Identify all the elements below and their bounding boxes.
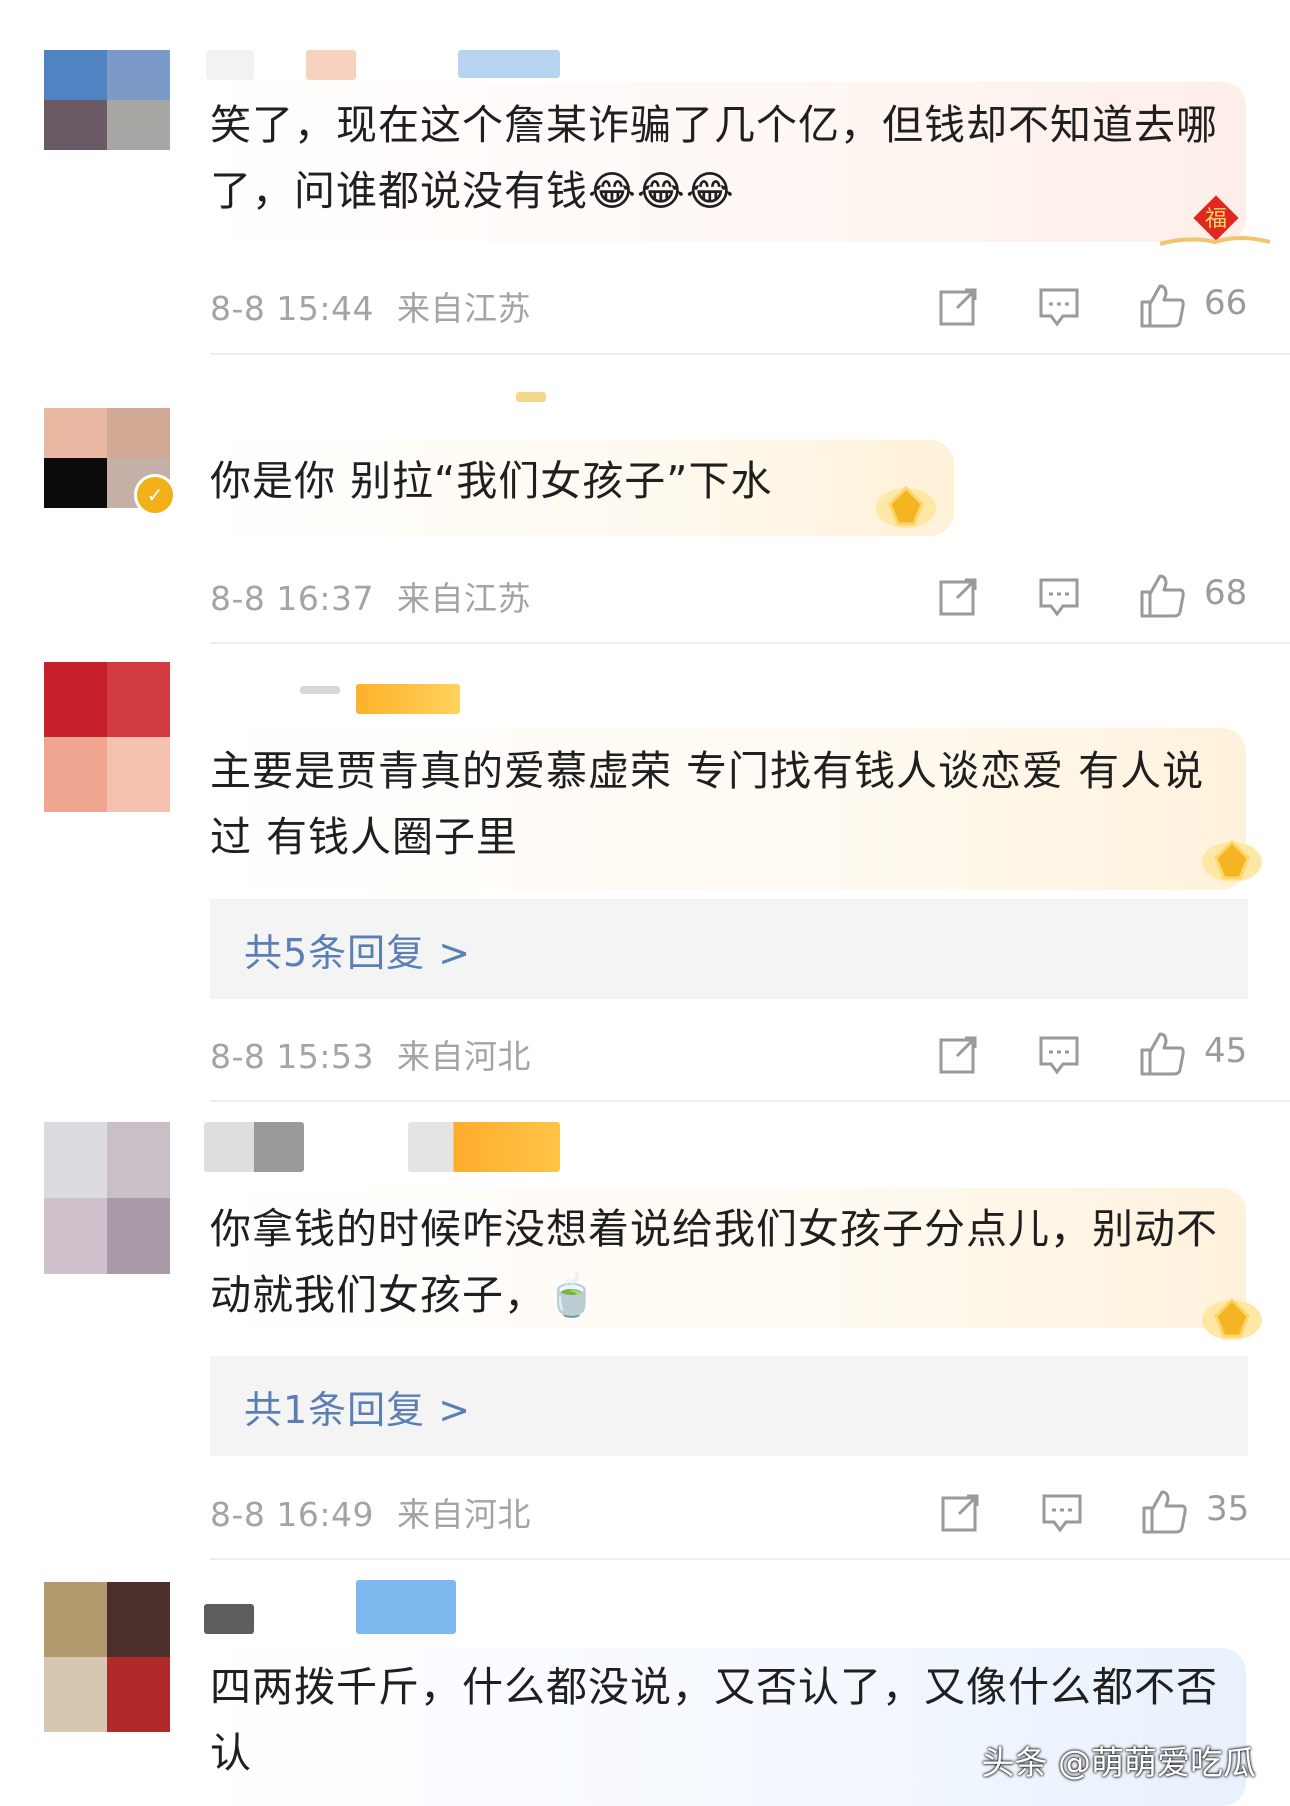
username[interactable] <box>206 50 254 80</box>
like-icon[interactable] <box>1138 282 1185 328</box>
comment-meta: 8-8 15:53 来自河北 <box>210 1030 531 1078</box>
comment-meta: 8-8 16:49 来自河北 <box>210 1488 531 1536</box>
comment-text: 主要是贾青真的爱慕虚荣 专门找有钱人谈恋爱 有人说过 有钱人圈子里 <box>210 747 1205 861</box>
like-icon[interactable] <box>1138 1030 1185 1076</box>
comment-time: 8-8 15:53 <box>210 1037 374 1076</box>
username[interactable] <box>204 1122 304 1172</box>
comment-text: 你拿钱的时候咋没想着说给我们女孩子分点儿，别动不动就我们女孩子，🍵 <box>210 1205 1218 1319</box>
comment-icon[interactable] <box>1040 1490 1084 1534</box>
comment-icon[interactable] <box>1037 1032 1081 1076</box>
comment-icon[interactable] <box>1037 284 1081 328</box>
like-count: 45 <box>1204 1031 1248 1071</box>
username-badge <box>356 684 460 714</box>
verified-badge: ✓ <box>134 474 176 516</box>
share-icon[interactable] <box>937 1032 981 1076</box>
reply-summary[interactable]: 共1条回复 > <box>210 1356 1248 1456</box>
comment-icon[interactable] <box>1037 574 1081 618</box>
comment-text: 你是你 别拉“我们女孩子”下水 <box>210 457 773 505</box>
gold-crown-icon <box>1196 832 1268 890</box>
cloud-decor-icon <box>1159 228 1271 250</box>
avatar[interactable] <box>44 1582 170 1732</box>
comment-text: 笑了，现在这个詹某诈骗了几个亿，但钱却不知道去哪了，问谁都说没有钱😂😂😂 <box>210 101 1218 215</box>
username-badge <box>306 50 356 80</box>
divider <box>210 642 1290 644</box>
like-count: 68 <box>1204 573 1248 613</box>
comment-time: 8-8 16:37 <box>210 579 374 618</box>
comment-meta: 8-8 16:37 来自江苏 <box>210 572 531 620</box>
avatar[interactable] <box>44 50 170 150</box>
reply-summary[interactable]: 共5条回复 > <box>210 899 1248 999</box>
divider <box>210 1100 1290 1102</box>
username[interactable] <box>300 686 340 694</box>
divider <box>210 1558 1290 1560</box>
username-badge <box>356 1580 456 1634</box>
avatar[interactable] <box>44 1122 170 1274</box>
gold-crown-icon <box>1196 1290 1268 1348</box>
gold-crown-icon <box>870 478 942 536</box>
username[interactable] <box>204 1604 254 1634</box>
like-count: 35 <box>1206 1489 1250 1529</box>
comment-location: 来自江苏 <box>397 289 531 328</box>
comment-location: 来自河北 <box>397 1495 531 1534</box>
share-icon[interactable] <box>937 284 981 328</box>
watermark: 头条 @萌萌爱吃瓜 <box>981 1743 1257 1782</box>
comment-time: 8-8 15:44 <box>210 289 374 328</box>
comment-location: 来自江苏 <box>397 579 531 618</box>
username-badge <box>458 50 560 78</box>
reply-count-link[interactable]: 共1条回复 > <box>244 1379 471 1434</box>
divider <box>210 353 1290 355</box>
username[interactable] <box>516 392 546 402</box>
avatar[interactable] <box>44 662 170 812</box>
share-icon[interactable] <box>937 574 981 618</box>
username-badge <box>408 1122 560 1172</box>
comment-meta: 8-8 15:44 来自江苏 <box>210 282 531 330</box>
reply-count-link[interactable]: 共5条回复 > <box>244 922 471 977</box>
comment-location: 来自河北 <box>397 1037 531 1076</box>
like-icon[interactable] <box>1138 572 1185 618</box>
like-icon[interactable] <box>1140 1488 1187 1534</box>
like-count: 66 <box>1204 283 1248 323</box>
share-icon[interactable] <box>939 1490 983 1534</box>
comment-time: 8-8 16:49 <box>210 1495 374 1534</box>
